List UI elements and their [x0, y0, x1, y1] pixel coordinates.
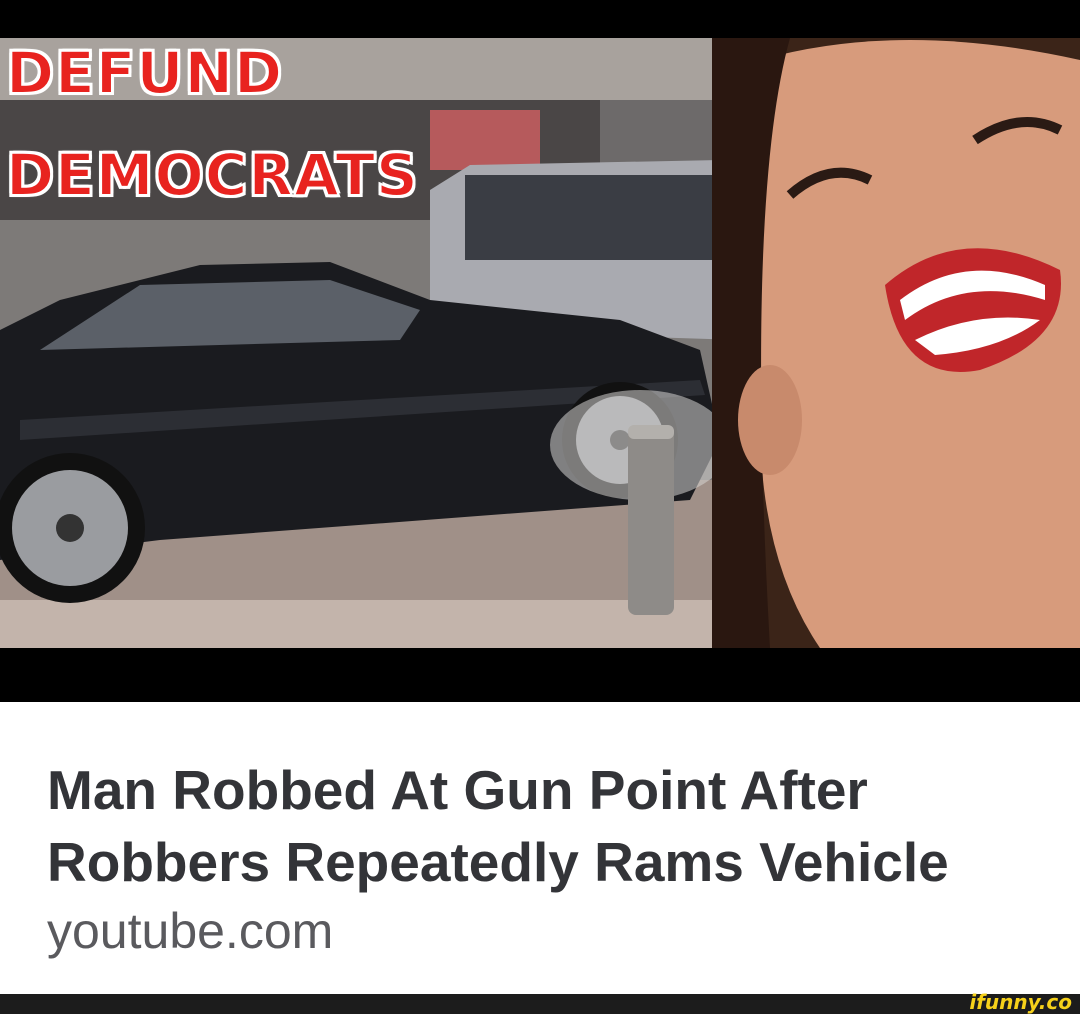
- letterbox-bottom: [0, 648, 1080, 702]
- link-preview-card[interactable]: Man Robbed At Gun Point After Robbers Re…: [0, 702, 1080, 994]
- video-thumbnail[interactable]: DEFUND DEMOCRATS: [0, 0, 1080, 702]
- link-domain: youtube.com: [47, 903, 334, 959]
- footer-bar: ifunny.co: [0, 990, 1080, 1014]
- overlay-text-line2: DEMOCRATS: [5, 141, 419, 209]
- overlay-text-line1: DEFUND: [5, 39, 284, 107]
- bollard: [628, 425, 674, 615]
- letterbox-top: [0, 0, 1080, 38]
- link-headline[interactable]: Man Robbed At Gun Point After Robbers Re…: [47, 754, 1047, 898]
- ifunny-watermark: ifunny.co: [969, 990, 1072, 1014]
